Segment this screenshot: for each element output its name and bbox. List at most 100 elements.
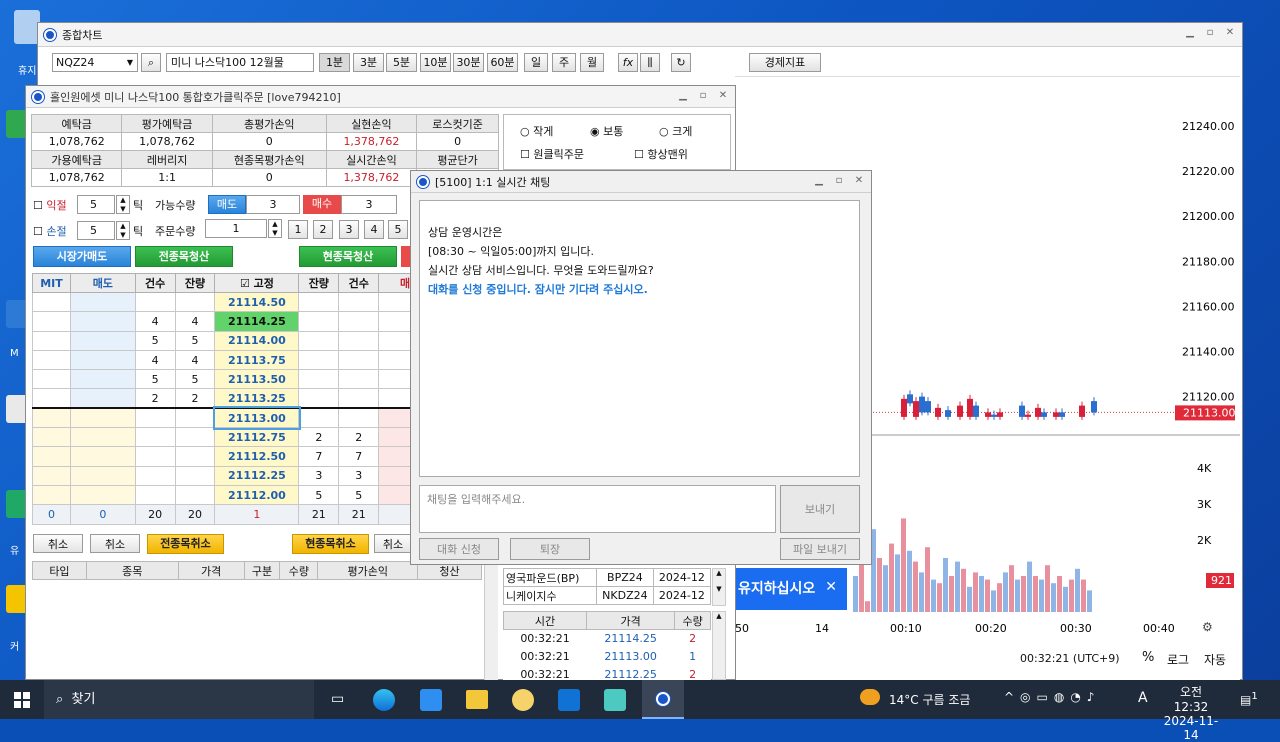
tf-10m[interactable]: 10분 <box>420 53 451 72</box>
buy-count-cell[interactable] <box>338 330 380 351</box>
buy-count-cell[interactable] <box>338 407 380 429</box>
send-button[interactable]: 보내기 <box>780 485 860 533</box>
input-language[interactable]: A <box>1138 690 1148 706</box>
cancel-sell-button[interactable]: 취소 <box>33 534 83 553</box>
spinner-icon[interactable]: ▲ ▼ <box>116 195 130 214</box>
tf-60m[interactable]: 60분 <box>487 53 518 72</box>
size-normal-radio[interactable]: ◉ 보통 <box>590 123 623 139</box>
cancel-buy-button[interactable]: 취소 <box>374 534 412 553</box>
always-top-checkbox[interactable]: ☐ 항상맨위 <box>634 146 688 162</box>
close-current-button[interactable]: 현종목청산 <box>299 246 397 267</box>
search-button[interactable]: ⌕ <box>141 53 161 72</box>
sell-count-cell[interactable]: 4 <box>134 311 176 332</box>
sell-order-cell[interactable] <box>69 311 136 332</box>
tf-5m[interactable]: 5분 <box>386 53 417 72</box>
maximize-button[interactable]: ▫ <box>695 89 711 103</box>
buy-count-cell[interactable] <box>338 369 380 390</box>
buy-count-cell[interactable]: 5 <box>338 484 380 506</box>
price-cell[interactable]: 21113.75 <box>214 349 300 371</box>
sell-count-cell[interactable] <box>134 465 176 486</box>
buy-qty-cell[interactable]: 5 <box>298 484 340 506</box>
buy-qty-cell[interactable]: 7 <box>298 446 340 467</box>
tf-week[interactable]: 주 <box>552 53 576 72</box>
qty-preset-button[interactable]: 2 <box>313 220 333 239</box>
tf-30m[interactable]: 30분 <box>453 53 484 72</box>
sell-count-cell[interactable]: 4 <box>134 349 176 371</box>
order-qty-input[interactable]: 1 <box>205 219 267 238</box>
buy-count-cell[interactable] <box>338 388 380 409</box>
buy-qty-cell[interactable] <box>298 388 340 409</box>
spinner-icon[interactable]: ▲ ▼ <box>268 219 282 238</box>
maximize-button[interactable]: ▫ <box>1202 26 1218 40</box>
sell-qty-cell[interactable]: 5 <box>174 369 216 390</box>
sell-qty-cell[interactable]: 4 <box>174 349 216 371</box>
tf-day[interactable]: 일 <box>524 53 548 72</box>
mit-cell[interactable] <box>32 427 71 448</box>
system-tray-icons[interactable]: ^◎▭◍◔♪ <box>1004 690 1100 704</box>
sell-qty-cell[interactable]: 4 <box>174 311 216 332</box>
sell-count-cell[interactable] <box>134 484 176 506</box>
positions-scrollbar[interactable] <box>484 561 498 680</box>
sell-count-cell[interactable]: 5 <box>134 369 176 390</box>
sell-order-cell[interactable] <box>69 446 136 467</box>
buy-qty-cell[interactable] <box>298 291 340 313</box>
minimize-button[interactable]: ▁ <box>1182 26 1198 40</box>
task-view-icon[interactable]: ▭ <box>331 691 344 707</box>
tf-3m[interactable]: 3분 <box>353 53 384 72</box>
orderbook-row[interactable]: 2 2 21113.25 <box>32 388 432 409</box>
weather-text[interactable]: 14°C 구름 조금 <box>889 691 970 708</box>
sell-count-cell[interactable] <box>134 446 176 467</box>
sell-order-cell[interactable] <box>69 484 136 506</box>
stop-loss-input[interactable]: 5 <box>77 221 115 240</box>
sell-qty-cell[interactable]: 5 <box>174 330 216 351</box>
mit-cell[interactable] <box>32 484 71 506</box>
sell-order-cell[interactable] <box>69 465 136 486</box>
notification-icon[interactable]: ▤1 <box>1240 691 1258 707</box>
sell-count-cell[interactable] <box>134 407 176 429</box>
symbol-select[interactable]: NQZ24 ▼ <box>52 53 138 72</box>
fixed-header[interactable]: ☑ 고정 <box>214 273 300 293</box>
size-large-radio[interactable]: ○ 크게 <box>659 123 692 139</box>
sell-count-cell[interactable]: 2 <box>134 388 176 409</box>
economic-indicators-button[interactable]: 경제지표 <box>749 53 821 72</box>
one-click-checkbox[interactable]: ☐ 원클릭주문 <box>520 146 584 162</box>
size-small-radio[interactable]: ○ 작게 <box>520 123 553 139</box>
outlook-icon[interactable] <box>558 689 580 711</box>
spinner-icon[interactable]: ▲ ▼ <box>116 221 130 240</box>
mit-cell[interactable] <box>32 407 71 429</box>
sell-qty-cell[interactable] <box>174 407 216 429</box>
sell-order-cell[interactable] <box>69 291 136 313</box>
sell-order-cell[interactable] <box>69 349 136 371</box>
market-name[interactable]: 영국파운드(BP) <box>502 568 598 587</box>
taskbar-search[interactable]: ⌕ 찾기 <box>44 680 314 719</box>
orderbook-row[interactable]: 21112.25 3 3 <box>32 465 432 486</box>
sell-order-cell[interactable] <box>69 407 136 429</box>
price-cell[interactable]: 21113.00 <box>212 406 301 430</box>
orderbook-row[interactable]: 21114.50 <box>32 291 432 313</box>
cancel-button[interactable]: 취소 <box>90 534 140 553</box>
sell-qty-cell[interactable] <box>174 291 216 313</box>
sell-count-cell[interactable]: 5 <box>134 330 176 351</box>
price-cell[interactable]: 21114.25 <box>214 311 300 332</box>
buy-qty-cell[interactable] <box>298 369 340 390</box>
close-all-button[interactable]: 전종목청산 <box>135 246 233 267</box>
orderbook-row[interactable]: 21112.75 2 2 <box>32 427 432 448</box>
edge-icon[interactable] <box>373 689 395 711</box>
sell-order-cell[interactable] <box>69 427 136 448</box>
qty-preset-button[interactable]: 1 <box>288 220 308 239</box>
stop-loss-checkbox[interactable]: ☐ 손절 <box>33 223 67 239</box>
qty-preset-button[interactable]: 3 <box>339 220 359 239</box>
cancel-all-button[interactable]: 전종목취소 <box>147 534 224 554</box>
file-explorer-icon[interactable] <box>466 690 488 709</box>
store-icon[interactable] <box>420 689 442 711</box>
orderbook-row[interactable]: 5 5 21114.00 <box>32 330 432 351</box>
settings-gear-icon[interactable]: ⚙ <box>1202 620 1213 634</box>
log-toggle[interactable]: 로그 <box>1167 651 1189 668</box>
fx-button[interactable]: fx <box>618 53 638 72</box>
take-profit-input[interactable]: 5 <box>77 195 115 214</box>
windows-start-icon[interactable] <box>14 692 30 708</box>
sell-qty-cell[interactable] <box>174 465 216 486</box>
minimize-button[interactable]: ▁ <box>675 89 691 103</box>
market-name[interactable]: 니케이지수 <box>502 586 598 605</box>
take-profit-checkbox[interactable]: ☐ 익절 <box>33 197 67 213</box>
